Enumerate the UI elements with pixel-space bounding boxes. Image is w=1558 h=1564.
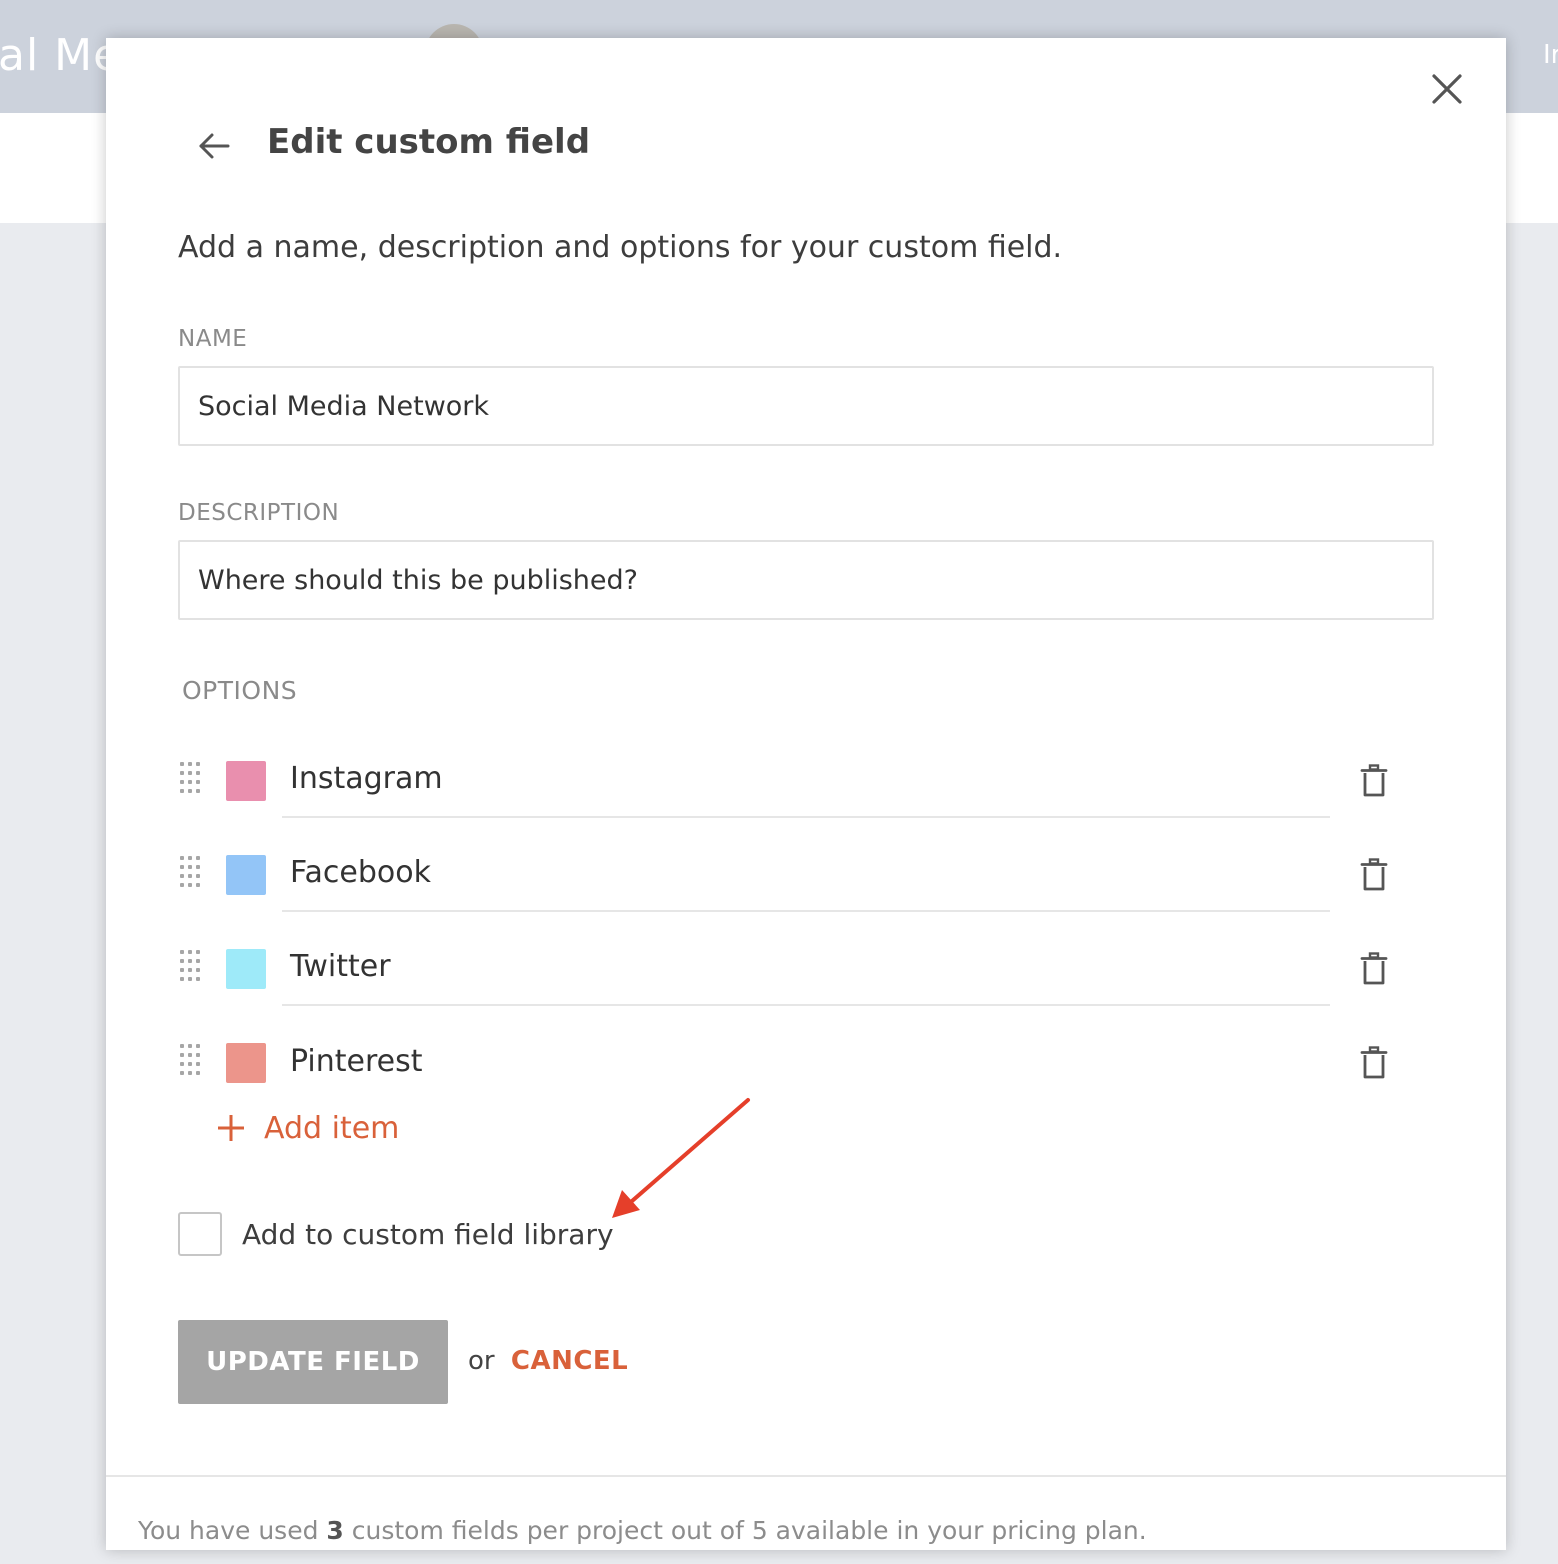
description-field[interactable]: Where should this be published? [178, 540, 1434, 620]
option-input[interactable]: Facebook [282, 834, 1330, 912]
option-row: Pinterest [176, 1022, 1396, 1116]
option-row: Instagram [176, 740, 1396, 834]
add-item-label: Add item [264, 1110, 400, 1146]
footer-divider [106, 1475, 1506, 1477]
update-field-button[interactable]: UPDATE FIELD [178, 1320, 448, 1404]
edit-custom-field-modal: Edit custom field Add a name, descriptio… [106, 38, 1506, 1550]
usage-suffix: custom fields per project out of 5 avail… [351, 1516, 1147, 1545]
usage-count: 3 [326, 1516, 344, 1545]
drag-handle-icon[interactable] [180, 1044, 204, 1080]
modal-subtitle: Add a name, description and options for … [178, 230, 1063, 265]
trash-icon [1360, 764, 1388, 797]
option-input[interactable]: Pinterest [282, 1022, 1330, 1100]
drag-handle-icon[interactable] [180, 950, 204, 986]
background-title: al Me [0, 30, 122, 81]
option-row: Twitter [176, 928, 1396, 1022]
name-field[interactable]: Social Media Network [178, 366, 1434, 446]
modal-title: Edit custom field [267, 122, 591, 162]
options-label: OPTIONS [182, 676, 298, 705]
or-text: or [468, 1346, 495, 1376]
or-cancel: or CANCEL [468, 1346, 628, 1376]
trash-icon [1360, 1046, 1388, 1079]
description-label: DESCRIPTION [178, 500, 340, 526]
delete-option-button[interactable] [1360, 858, 1388, 892]
drag-handle-icon[interactable] [180, 856, 204, 892]
annotation-arrow-icon [612, 1098, 750, 1218]
color-swatch[interactable] [226, 855, 266, 895]
cancel-link[interactable]: CANCEL [511, 1346, 628, 1376]
library-checkbox[interactable] [178, 1212, 222, 1256]
delete-option-button[interactable] [1360, 764, 1388, 798]
close-button[interactable] [1430, 72, 1464, 106]
color-swatch[interactable] [226, 761, 266, 801]
option-input[interactable]: Instagram [282, 740, 1330, 818]
name-label: NAME [178, 326, 248, 352]
add-item-button[interactable]: Add item [216, 1108, 399, 1148]
trash-icon [1360, 952, 1388, 985]
back-button[interactable] [198, 132, 230, 160]
arrow-left-icon [199, 133, 230, 159]
trash-icon [1360, 858, 1388, 891]
drag-handle-icon[interactable] [180, 762, 204, 798]
background-right-text: Ir [1543, 40, 1558, 70]
color-swatch[interactable] [226, 1043, 266, 1083]
color-swatch[interactable] [226, 949, 266, 989]
library-checkbox-label[interactable]: Add to custom field library [242, 1218, 614, 1251]
option-input[interactable]: Twitter [282, 928, 1330, 1006]
usage-notice: You have used 3 custom fields per projec… [138, 1516, 1147, 1545]
delete-option-button[interactable] [1360, 952, 1388, 986]
close-icon [1432, 74, 1462, 104]
library-checkbox-row: Add to custom field library [178, 1212, 614, 1256]
plus-icon [218, 1115, 244, 1141]
usage-prefix: You have used [138, 1516, 319, 1545]
delete-option-button[interactable] [1360, 1046, 1388, 1080]
option-row: Facebook [176, 834, 1396, 928]
